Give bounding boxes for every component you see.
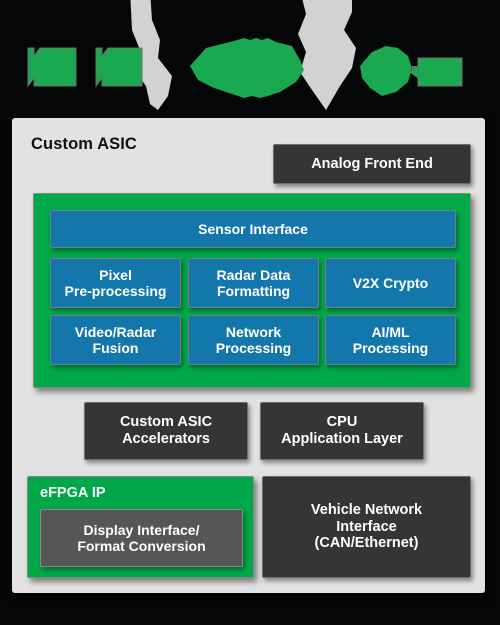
block-custom-asic-accelerators[interactable]: Custom ASIC Accelerators bbox=[84, 402, 248, 460]
block-label: Network Processing bbox=[216, 324, 291, 356]
line-1: Display Interface/ bbox=[83, 521, 200, 538]
block-ai-ml-processing[interactable]: AI/ML Processing bbox=[325, 315, 456, 365]
sensor-processing-group: Sensor Interface Pixel Pre-processing Ra… bbox=[33, 193, 471, 388]
block-network-processing[interactable]: Network Processing bbox=[188, 315, 319, 365]
custom-asic-panel: Custom ASIC Analog Front End Sensor Inte… bbox=[12, 118, 485, 593]
block-display-interface-format-conversion[interactable]: Display Interface/ Format Conversion bbox=[40, 509, 243, 567]
block-label: Analog Front End bbox=[311, 155, 433, 172]
line-1: Pixel bbox=[99, 266, 132, 283]
block-label: CPU Application Layer bbox=[281, 414, 403, 448]
line-1: CPU bbox=[326, 414, 358, 431]
block-label: Sensor Interface bbox=[198, 220, 308, 237]
line-1: Custom ASIC bbox=[119, 414, 213, 431]
line-1: Video/Radar bbox=[74, 323, 157, 340]
block-label: Custom ASIC Accelerators bbox=[120, 414, 212, 448]
block-label: Vehicle Network Interface (CAN/Ethernet) bbox=[311, 502, 422, 552]
line-2: Application Layer bbox=[281, 431, 403, 447]
top-decorative-graphic bbox=[0, 0, 500, 118]
line-2: Format Conversion bbox=[77, 538, 206, 554]
line-1: Vehicle Network bbox=[310, 501, 423, 518]
efpga-group-label: eFPGA IP bbox=[40, 485, 106, 501]
block-analog-front-end[interactable]: Analog Front End bbox=[273, 144, 471, 184]
block-v2x-crypto[interactable]: V2X Crypto bbox=[325, 258, 456, 308]
line-2: Processing bbox=[215, 340, 292, 356]
efpga-ip-group: eFPGA IP Display Interface/ Format Conve… bbox=[27, 476, 254, 578]
line-2: Pre-processing bbox=[64, 283, 167, 299]
block-pixel-pre-processing[interactable]: Pixel Pre-processing bbox=[50, 258, 181, 308]
line-2: Fusion bbox=[92, 340, 139, 356]
line-1: Network bbox=[225, 323, 282, 340]
block-label: Display Interface/ Format Conversion bbox=[77, 522, 205, 554]
block-radar-data-formatting[interactable]: Radar Data Formatting bbox=[188, 258, 319, 308]
line-2: Interface bbox=[336, 518, 397, 535]
line-2: Accelerators bbox=[122, 431, 210, 447]
block-label: Video/Radar Fusion bbox=[75, 324, 156, 356]
green-notched-block-1 bbox=[27, 47, 77, 88]
line-1: V2X Crypto bbox=[352, 274, 429, 291]
block-label: AI/ML Processing bbox=[353, 324, 428, 356]
green-notched-block-3 bbox=[409, 57, 463, 87]
line-1: AI/ML bbox=[371, 323, 410, 340]
line-2: Formatting bbox=[216, 283, 291, 299]
block-label: V2X Crypto bbox=[353, 275, 428, 291]
decorative-shapes-svg bbox=[0, 0, 500, 118]
block-video-radar-fusion[interactable]: Video/Radar Fusion bbox=[50, 315, 181, 365]
line-1: Radar Data bbox=[216, 266, 291, 283]
block-label: Pixel Pre-processing bbox=[65, 267, 167, 299]
line-3: (CAN/Ethernet) bbox=[314, 535, 419, 552]
page-title: Custom ASIC bbox=[31, 135, 137, 153]
block-sensor-interface[interactable]: Sensor Interface bbox=[50, 210, 456, 248]
block-vehicle-network-interface[interactable]: Vehicle Network Interface (CAN/Ethernet) bbox=[262, 476, 471, 578]
block-cpu-application-layer[interactable]: CPU Application Layer bbox=[260, 402, 424, 460]
line-2: Processing bbox=[352, 340, 429, 356]
block-label: Radar Data Formatting bbox=[217, 267, 291, 299]
